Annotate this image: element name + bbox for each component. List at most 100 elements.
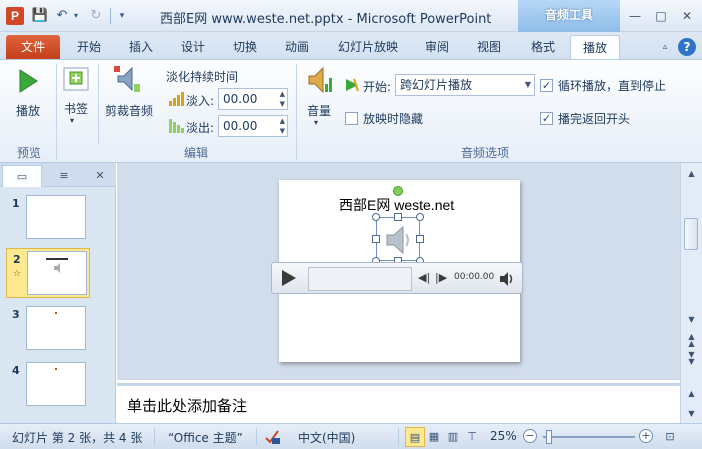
tab-animations[interactable]: 动画 [274, 35, 320, 59]
theme-status[interactable]: “Office 主题” [168, 429, 243, 446]
tab-review[interactable]: 审阅 [414, 35, 460, 59]
slide-thumbnail[interactable] [26, 306, 86, 350]
zoom-slider-thumb[interactable] [546, 430, 552, 444]
close-icon[interactable]: ✕ [676, 6, 698, 26]
tab-file[interactable]: 文件 [6, 35, 60, 59]
resize-handle[interactable] [416, 235, 424, 243]
loop-checkbox[interactable]: ✓ [540, 79, 553, 92]
close-pane-icon[interactable]: ✕ [90, 165, 110, 187]
slide-thumbnail-row[interactable]: 3 [6, 304, 90, 354]
tab-insert[interactable]: 插入 [118, 35, 164, 59]
fade-out-spinner-icon[interactable]: ▲ ▼ [280, 116, 285, 136]
tab-home[interactable]: 开始 [66, 35, 112, 59]
hide-during-show-checkbox[interactable] [345, 112, 358, 125]
fade-duration-title: 淡化持续时间 [166, 70, 239, 84]
next-slide-icon[interactable]: ▼ ▼ [683, 351, 700, 366]
vertical-scrollbar[interactable]: ▲ ▼ ▲ ▲ ▼ ▼ ▲ ▼ [680, 163, 702, 423]
play-icon[interactable] [17, 68, 39, 94]
zoom-in-icon[interactable]: + [639, 429, 653, 443]
zoom-level[interactable]: 25% [490, 429, 517, 443]
scroll-thumb[interactable] [684, 218, 698, 250]
rewind-checkbox[interactable]: ✓ [540, 112, 553, 125]
scroll-down-icon[interactable]: ▼ [683, 315, 700, 324]
volume-button[interactable]: 音量 [300, 102, 338, 119]
spell-check-icon[interactable] [264, 428, 282, 446]
fade-out-input[interactable]: 00.00 ▲ ▼ [218, 115, 288, 137]
slide-thumbnail[interactable] [26, 362, 86, 406]
notes-scroll-up-icon[interactable]: ▲ [683, 389, 700, 398]
slideshow-view-icon[interactable]: ⊤ [462, 427, 482, 447]
slides-panel-tabs: ▭ ≡ ✕ [0, 163, 116, 187]
slide-thumbnail[interactable] [27, 251, 87, 295]
outline-tab-icon[interactable]: ≡ [44, 165, 84, 187]
bookmark-dropdown-icon[interactable]: ▾ [70, 116, 74, 125]
zoom-slider[interactable] [543, 436, 635, 438]
save-icon[interactable]: 💾 [31, 7, 49, 25]
previous-slide-icon[interactable]: ▲ ▲ [683, 333, 700, 348]
bookmark-button[interactable]: 书签 [58, 100, 94, 117]
slides-tab-icon[interactable]: ▭ [2, 165, 42, 187]
undo-dropdown-icon[interactable]: ▾ [67, 7, 85, 25]
tab-transitions[interactable]: 切换 [222, 35, 268, 59]
notes-placeholder[interactable]: 单击此处添加备注 [127, 395, 247, 416]
minimize-icon[interactable]: — [624, 6, 646, 26]
maximize-icon[interactable]: □ [650, 6, 672, 26]
help-icon[interactable]: ? [678, 38, 696, 56]
slide-editing-area: 西部E网 weste.net ◀| |▶ 00:00.00 [117, 163, 680, 380]
player-play-icon[interactable] [282, 270, 296, 286]
thumbnail-preview [55, 312, 57, 314]
player-timeline[interactable] [308, 267, 412, 291]
slide-sorter-view-icon[interactable]: ▦ [424, 427, 444, 447]
slide-thumbnail-row[interactable]: 4 [6, 360, 90, 410]
zoom-out-icon[interactable]: − [523, 429, 537, 443]
rotation-handle[interactable] [393, 186, 403, 196]
slide-number: 1 [12, 197, 20, 210]
tab-playback[interactable]: 播放 [570, 35, 620, 59]
volume-icon[interactable] [305, 64, 335, 96]
slide-thumbnail[interactable] [26, 195, 86, 239]
redo-icon[interactable]: ↻ [87, 7, 105, 25]
fade-in-spinner-icon[interactable]: ▲ ▼ [280, 89, 285, 109]
normal-view-icon[interactable]: ▤ [405, 427, 425, 447]
slide-canvas[interactable]: 西部E网 weste.net ◀| |▶ 00:00.00 [271, 180, 523, 362]
volume-dropdown-icon[interactable]: ▾ [314, 118, 318, 127]
loop-label: 循环播放，直到停止 [558, 79, 667, 93]
window-title: 西部E网 www.weste.net.pptx - Microsoft Powe… [160, 12, 492, 27]
fade-in-input[interactable]: 00.00 ▲ ▼ [218, 88, 288, 110]
scroll-up-icon[interactable]: ▲ [683, 169, 700, 178]
resize-handle[interactable] [416, 213, 424, 221]
tab-view[interactable]: 视图 [466, 35, 512, 59]
start-select[interactable]: 跨幻灯片播放 ▼ [395, 74, 535, 96]
trim-audio-button[interactable]: 剪裁音频 [104, 102, 154, 119]
powerpoint-app-icon[interactable]: P [6, 7, 24, 25]
fit-to-window-icon[interactable]: ⊡ [660, 427, 680, 447]
thumbnail-preview [46, 258, 68, 273]
reading-view-icon[interactable]: ▥ [443, 427, 463, 447]
audio-icon-selection[interactable] [376, 217, 420, 261]
customize-qat-icon[interactable]: ▾ [113, 7, 131, 25]
notes-scroll-down-icon[interactable]: ▼ [683, 409, 700, 418]
slide-title-text[interactable]: 西部E网 weste.net [339, 195, 454, 215]
resize-handle[interactable] [394, 213, 402, 221]
slide-thumbnail-row[interactable]: 1 [6, 193, 90, 243]
language-status[interactable]: 中文(中国) [298, 429, 355, 446]
qat-separator [110, 8, 111, 24]
thumbnail-preview [55, 368, 57, 370]
minimize-ribbon-icon[interactable]: ▵ [656, 38, 674, 56]
player-volume-icon[interactable] [499, 271, 515, 287]
resize-handle[interactable] [372, 235, 380, 243]
chevron-down-icon[interactable]: ▼ [525, 75, 531, 95]
bookmark-icon[interactable] [62, 66, 92, 94]
resize-handle[interactable] [372, 213, 380, 221]
fade-out-label: 淡出: [186, 121, 215, 135]
skip-back-icon[interactable]: ◀| [418, 271, 430, 284]
trim-audio-icon[interactable] [112, 64, 142, 94]
notes-pane[interactable]: 单击此处添加备注 [117, 383, 680, 423]
slide-thumbnail-row-selected[interactable]: 2 ☆ [6, 248, 90, 298]
tab-slideshow[interactable]: 幻灯片放映 [328, 35, 408, 59]
tab-design[interactable]: 设计 [170, 35, 216, 59]
slides-panel: ▭ ≡ ✕ 1 2 ☆ 3 4 [0, 163, 116, 423]
skip-forward-icon[interactable]: |▶ [435, 271, 447, 284]
play-button[interactable]: 播放 [8, 102, 48, 119]
tab-format[interactable]: 格式 [520, 35, 566, 59]
